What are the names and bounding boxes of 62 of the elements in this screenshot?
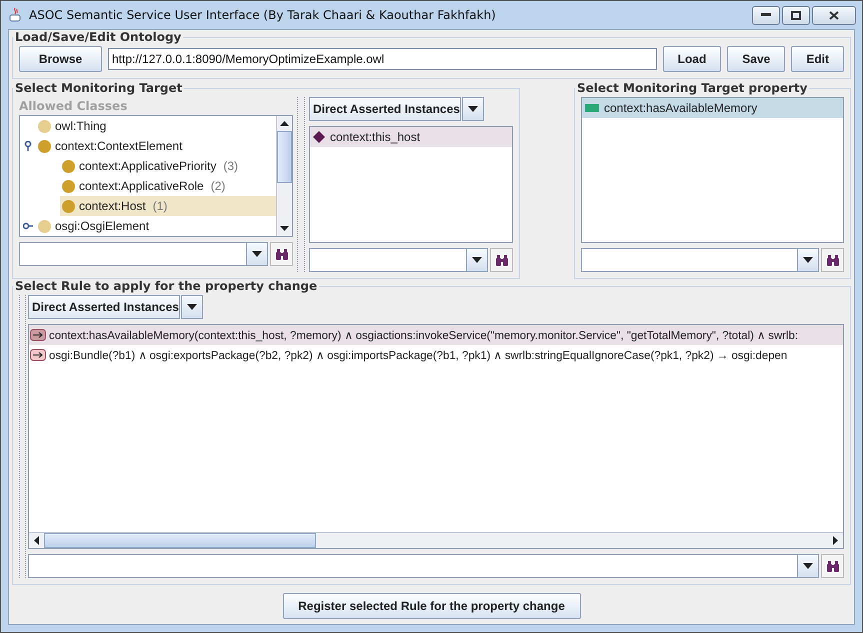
window-title: ASOC Semantic Service User Interface (By Tarak Chaari & Kaouthar Fakhfakh) [29, 8, 496, 22]
tree-item[interactable]: owl:Thing [20, 116, 274, 136]
find-button[interactable] [490, 248, 513, 272]
scroll-up-icon[interactable] [280, 121, 289, 126]
dropdown-arrow-icon[interactable] [468, 106, 478, 112]
instance-count: (2) [210, 179, 226, 193]
class-label: context:ApplicativeRole [79, 179, 204, 193]
binoculars-icon [826, 560, 838, 572]
panel-title: Select Monitoring Target [14, 81, 184, 95]
close-button[interactable] [812, 6, 856, 24]
scroll-down-icon[interactable] [280, 226, 289, 231]
tree-caption: Allowed Classes [19, 98, 128, 115]
minimize-button[interactable] [752, 6, 780, 24]
instance-count: (3) [223, 159, 238, 173]
coffee-cup-icon [9, 7, 23, 23]
class-label: context:ApplicativePriority [79, 159, 216, 173]
browse-button[interactable]: Browse [19, 46, 102, 72]
splitter-handle[interactable] [19, 295, 26, 578]
vertical-scrollbar[interactable] [276, 116, 292, 236]
horizontal-scrollbar[interactable] [29, 532, 843, 548]
panel-title: Select Monitoring Target property [576, 81, 808, 95]
binoculars-icon [496, 254, 508, 266]
binoculars-icon [276, 248, 288, 260]
dropdown-arrow-icon[interactable] [187, 304, 197, 310]
binoculars-icon [826, 254, 838, 266]
register-rule-button[interactable]: Register selected Rule for the property change [282, 593, 580, 619]
scroll-left-icon[interactable] [34, 536, 39, 545]
find-button[interactable] [821, 248, 844, 272]
ontology-action-button[interactable]: Save [727, 46, 786, 72]
splitter-handle[interactable] [297, 97, 305, 272]
find-button[interactable] [270, 242, 293, 266]
rule-item[interactable]: context:hasAvailableMemory(context:this_host, ?memory) ∧ osgiactions:invokeService("memory.monitor.Service", "getTotalMemory", ?total) ∧ swrlb: [29, 325, 843, 345]
panel-title: Load/Save/Edit Ontology [14, 30, 182, 44]
property-item[interactable]: context:hasAvailableMemory [582, 98, 843, 118]
tree-item[interactable]: context:ApplicativeRole (2) [60, 176, 276, 196]
ontology-action-button[interactable]: Load [662, 46, 722, 72]
ontology-action-button[interactable]: Edit [791, 46, 844, 72]
class-label: osgi:OsgiElement [55, 219, 150, 233]
class-label: owl:Thing [55, 119, 106, 133]
url-field[interactable]: http://127.0.0.1:8090/MemoryOptimizeExample.owl [108, 48, 657, 70]
tree-item[interactable]: osgi:OsgiElement [20, 216, 274, 236]
property-icon [585, 104, 599, 112]
maximize-icon [791, 10, 801, 20]
instance-count: (1) [152, 199, 168, 213]
tree-item[interactable]: context:ContextElement [20, 136, 274, 156]
tree-item[interactable]: context:Host (1) [60, 196, 276, 216]
expanded-handle-icon[interactable] [24, 141, 32, 151]
panel-title: Select Rule to apply for the property change [14, 279, 318, 293]
instance-item[interactable]: context:this_host [310, 126, 512, 147]
rule-arrow-icon [30, 349, 46, 361]
rule-arrow-icon [30, 329, 46, 341]
close-icon [829, 10, 839, 20]
scroll-right-icon[interactable] [833, 536, 838, 545]
collapsed-handle-icon[interactable] [23, 222, 33, 230]
find-button[interactable] [821, 554, 844, 578]
diamond-icon [313, 130, 325, 143]
tree-item[interactable]: context:ApplicativePriority (3) [60, 156, 276, 176]
maximize-button[interactable] [782, 6, 810, 24]
class-label: context:Host [79, 199, 146, 213]
rule-item[interactable]: osgi:Bundle(?b1) ∧ osgi:exportsPackage(?b2, ?pk2) ∧ osgi:importsPackage(?b1, ?pk1) ∧ swrlb:stringEqualIgnoreCase(?pk1, ?pk2) → osgi:depen [29, 345, 843, 365]
class-label: context:ContextElement [55, 139, 182, 153]
minimize-icon [761, 13, 771, 17]
